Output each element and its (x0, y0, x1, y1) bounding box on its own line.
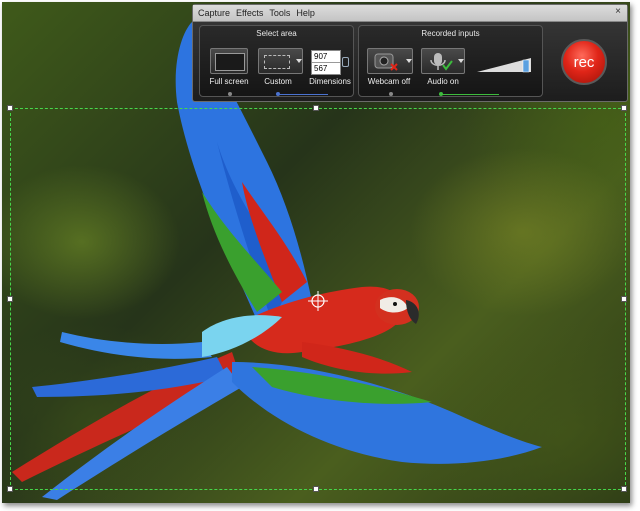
custom-area-icon (264, 55, 290, 69)
recorded-inputs-group: Recorded inputs Webcam off Audio on (358, 25, 543, 97)
selection-handle-top-left[interactable] (7, 105, 13, 111)
chevron-down-icon[interactable] (406, 59, 412, 63)
height-input[interactable]: 567 (312, 62, 340, 74)
crosshair-icon[interactable] (308, 291, 328, 311)
custom-area-button[interactable] (258, 48, 303, 74)
menu-capture[interactable]: Capture (198, 8, 230, 18)
width-input[interactable]: 907 (312, 51, 340, 62)
selection-handle-top[interactable] (313, 105, 319, 111)
audio-indicator-line (439, 94, 499, 95)
selection-handle-left[interactable] (7, 296, 13, 302)
menu-bar: Capture Effects Tools Help × (193, 5, 627, 22)
selection-handle-top-right[interactable] (621, 105, 627, 111)
custom-label: Custom (264, 77, 292, 86)
close-icon[interactable]: × (615, 6, 621, 17)
select-area-indicator-line (278, 94, 328, 95)
dimensions-label: Dimensions (309, 77, 351, 86)
selection-handle-right[interactable] (621, 296, 627, 302)
screenshot-frame: Capture Effects Tools Help × Select area… (2, 2, 630, 503)
webcam-toggle-button[interactable] (367, 48, 413, 74)
audio-indicator-dot (439, 92, 443, 96)
audio-toggle-button[interactable] (421, 48, 465, 74)
chevron-down-icon[interactable] (458, 59, 464, 63)
microphone-icon (430, 53, 453, 71)
volume-slider[interactable] (475, 54, 535, 74)
menu-help[interactable]: Help (296, 8, 315, 18)
recorded-inputs-title: Recorded inputs (421, 29, 480, 38)
webcam-icon (374, 53, 398, 71)
dimensions-inputs: 907 567 (311, 50, 341, 75)
recorder-toolbar: Capture Effects Tools Help × Select area… (192, 4, 628, 102)
full-screen-indicator-dot (228, 92, 232, 96)
webcam-label: Webcam off (367, 77, 411, 86)
menu-tools[interactable]: Tools (269, 8, 290, 18)
full-screen-button[interactable] (210, 48, 248, 74)
custom-indicator-dot (276, 92, 280, 96)
chevron-down-icon[interactable] (296, 59, 302, 63)
selection-handle-bottom-right[interactable] (621, 486, 627, 492)
full-screen-label: Full screen (209, 77, 249, 86)
select-area-title: Select area (256, 29, 297, 38)
select-area-group: Select area Full screen Custom 907 567 D… (199, 25, 354, 97)
selection-handle-bottom-left[interactable] (7, 486, 13, 492)
menu-effects[interactable]: Effects (236, 8, 263, 18)
webcam-indicator-dot (389, 92, 393, 96)
lock-aspect-icon[interactable] (342, 57, 349, 67)
monitor-icon (215, 53, 245, 71)
record-button[interactable]: rec (561, 39, 607, 85)
audio-label: Audio on (427, 77, 459, 86)
selection-handle-bottom[interactable] (313, 486, 319, 492)
